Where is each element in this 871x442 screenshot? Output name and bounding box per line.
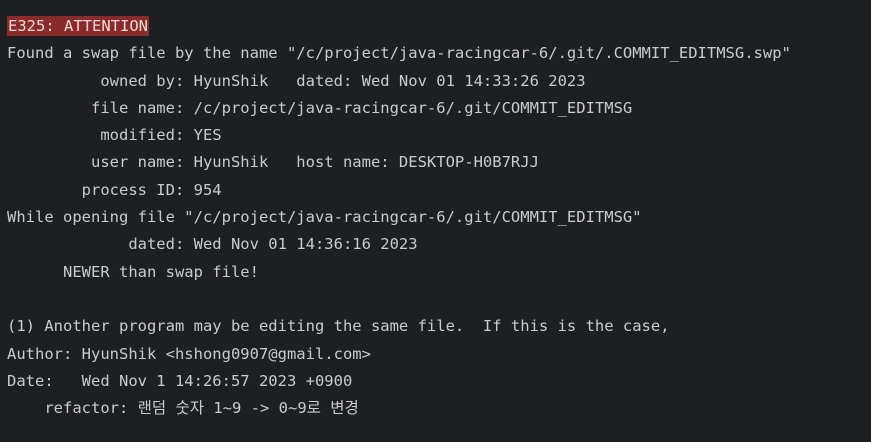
- file-name-line: file name: /c/project/java-racingcar-6/.…: [7, 98, 633, 117]
- while-opening-line: While opening file "/c/project/java-raci…: [7, 208, 642, 227]
- modified-line: modified: YES: [7, 126, 222, 145]
- commit-message-line: refactor: 랜덤 숫자 1~9 -> 0~9로 변경: [7, 399, 359, 418]
- newer-than-swap-line: NEWER than swap file!: [7, 262, 259, 281]
- error-line: E325: ATTENTION: [7, 13, 871, 40]
- terminal-window[interactable]: E325: ATTENTION Found a swap file by the…: [0, 0, 871, 442]
- swap-file-name-line: Found a swap file by the name "/c/projec…: [7, 44, 791, 63]
- another-program-line: (1) Another program may be editing the s…: [7, 317, 670, 336]
- error-attention-label: E325: ATTENTION: [7, 16, 149, 36]
- author-line: Author: HyunShik <hshong0907@gmail.com>: [7, 344, 371, 363]
- dated-line: dated: Wed Nov 01 14:36:16 2023: [7, 235, 418, 254]
- process-id-line: process ID: 954: [7, 180, 222, 199]
- user-name-line: user name: HyunShik host name: DESKTOP-H…: [7, 153, 539, 172]
- date-line: Date: Wed Nov 1 14:26:57 2023 +0900: [7, 371, 353, 390]
- owned-by-line: owned by: HyunShik dated: Wed Nov 01 14:…: [7, 71, 586, 90]
